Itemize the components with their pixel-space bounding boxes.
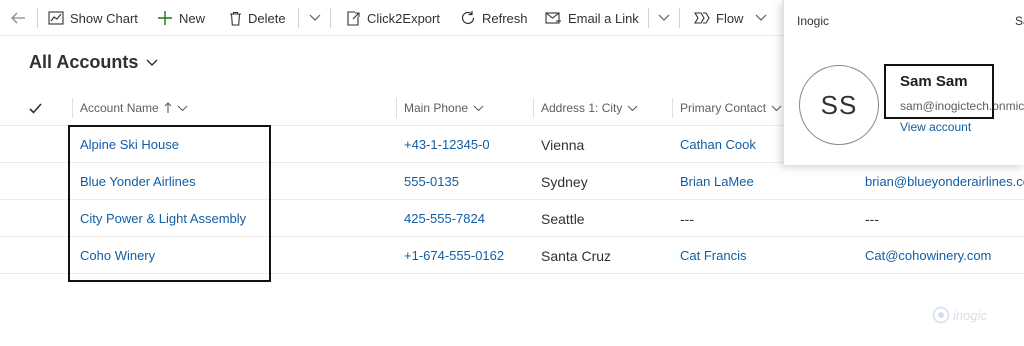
column-header-primary-contact[interactable]: Primary Contact — [680, 90, 782, 126]
email-link-button[interactable]: Email a Link — [545, 0, 639, 36]
more-commands-dropdown-2[interactable] — [658, 0, 670, 36]
contact-link[interactable]: Brian LaMee — [680, 163, 754, 200]
chevron-down-icon — [771, 105, 782, 111]
column-header-city[interactable]: Address 1: City — [541, 90, 638, 126]
city-value: Sydney — [541, 173, 588, 190]
email-link-label: Email a Link — [568, 10, 639, 26]
city-value: Santa Cruz — [541, 247, 612, 264]
chevron-down-icon — [146, 59, 158, 66]
city-value: Seattle — [541, 210, 585, 227]
highlight-box — [68, 125, 271, 282]
chart-icon — [48, 11, 64, 25]
highlight-box — [884, 64, 994, 119]
avatar: SS — [799, 65, 879, 145]
watermark: inogic — [932, 306, 987, 324]
phone-link[interactable]: 425-555-7824 — [404, 200, 485, 237]
chevron-down-icon — [755, 14, 767, 21]
show-chart-button[interactable]: Show Chart — [48, 0, 138, 36]
back-arrow-icon — [11, 12, 25, 24]
email-link[interactable]: Cat@cohowinery.com — [865, 237, 991, 274]
select-all-checkbox[interactable] — [24, 90, 42, 126]
watermark-text: inogic — [953, 307, 987, 323]
refresh-button[interactable]: Refresh — [460, 0, 528, 36]
view-title: All Accounts — [29, 52, 139, 72]
view-account-link[interactable]: View account — [900, 120, 971, 134]
separator — [679, 8, 680, 28]
organization-name: Inogic — [797, 14, 830, 28]
city-value: Vienna — [541, 136, 585, 153]
column-divider — [72, 98, 73, 118]
contact-link[interactable]: Cathan Cook — [680, 126, 756, 163]
separator — [298, 8, 299, 28]
chevron-down-icon — [309, 14, 321, 21]
email-empty: --- — [865, 210, 879, 227]
show-chart-label: Show Chart — [70, 10, 138, 26]
separator — [330, 8, 331, 28]
column-label: Primary Contact — [680, 101, 767, 115]
plus-icon — [158, 11, 172, 25]
chevron-down-icon — [658, 14, 670, 21]
email-link[interactable]: brian@blueyonderairlines.co — [865, 163, 1024, 200]
logo-icon — [932, 306, 950, 324]
email-icon — [545, 11, 561, 24]
chevron-down-icon — [627, 105, 638, 111]
sort-ascending-icon — [164, 102, 172, 113]
click2export-button[interactable]: Click2Export — [346, 0, 440, 36]
contact-link[interactable]: Cat Francis — [680, 237, 746, 274]
flow-dropdown[interactable] — [755, 0, 767, 36]
sign-out-link[interactable]: Sa — [1015, 14, 1024, 28]
new-button[interactable]: New — [157, 0, 205, 36]
view-selector[interactable]: All Accounts — [29, 52, 158, 73]
refresh-icon — [461, 11, 475, 24]
more-commands-dropdown[interactable] — [309, 0, 321, 36]
chevron-down-icon — [177, 105, 188, 111]
export-icon — [347, 10, 360, 26]
column-header-main-phone[interactable]: Main Phone — [404, 90, 484, 126]
flow-icon — [694, 12, 710, 24]
checkmark-icon — [29, 102, 42, 114]
flow-button[interactable]: Flow — [694, 0, 743, 36]
click2export-label: Click2Export — [367, 10, 440, 26]
delete-button[interactable]: Delete — [229, 0, 286, 36]
phone-link[interactable]: +43-1-12345-0 — [404, 126, 490, 163]
avatar-initials: SS — [820, 89, 858, 120]
new-label: New — [179, 10, 206, 26]
phone-link[interactable]: +1-674-555-0162 — [404, 237, 504, 274]
chevron-down-icon — [473, 105, 484, 111]
column-label: Main Phone — [404, 101, 469, 115]
delete-label: Delete — [248, 10, 286, 26]
contact-empty: --- — [680, 210, 694, 227]
column-header-account-name[interactable]: Account Name — [80, 90, 188, 126]
refresh-label: Refresh — [482, 10, 528, 26]
column-divider — [672, 98, 673, 118]
column-label: Address 1: City — [541, 101, 623, 115]
column-label: Account Name — [80, 101, 159, 115]
separator — [648, 8, 649, 28]
flow-label: Flow — [716, 10, 744, 26]
separator — [37, 8, 38, 28]
column-divider — [396, 98, 397, 118]
phone-link[interactable]: 555-0135 — [404, 163, 459, 200]
trash-icon — [230, 11, 241, 26]
back-button[interactable] — [10, 0, 32, 36]
column-divider — [533, 98, 534, 118]
